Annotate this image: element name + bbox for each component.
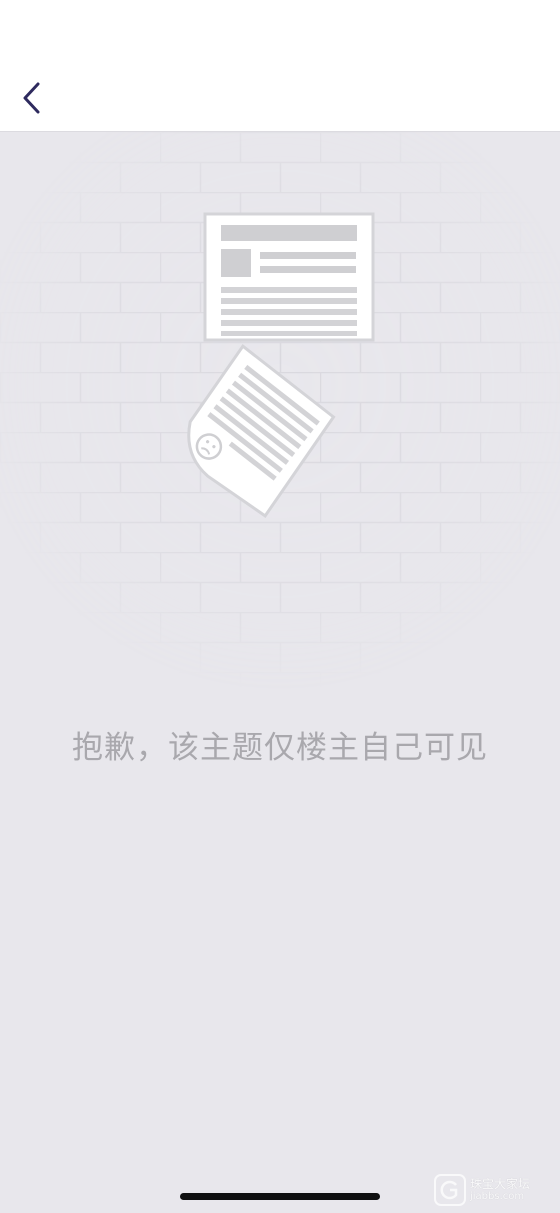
top-nav-bar (0, 0, 560, 132)
watermark-text: 珠宝大家坛 (470, 1177, 531, 1191)
g-logo-icon (434, 1174, 466, 1206)
empty-state-message: 抱歉，该主题仅楼主自己可见 (72, 730, 488, 766)
screen: 抱歉，该主题仅楼主自己可见 珠宝大家坛 jiabbs.com (0, 0, 560, 1213)
watermark-subtext: jiabbs.com (470, 1191, 525, 1202)
home-indicator[interactable] (180, 1193, 380, 1200)
watermark: 珠宝大家坛 jiabbs.com (434, 1173, 554, 1207)
empty-state: 抱歉，该主题仅楼主自己可见 (0, 132, 560, 1213)
back-button[interactable] (14, 78, 54, 118)
torn-document-on-brick-wall-icon (0, 132, 560, 692)
document-page-top (203, 212, 375, 342)
chevron-left-icon (23, 82, 40, 114)
